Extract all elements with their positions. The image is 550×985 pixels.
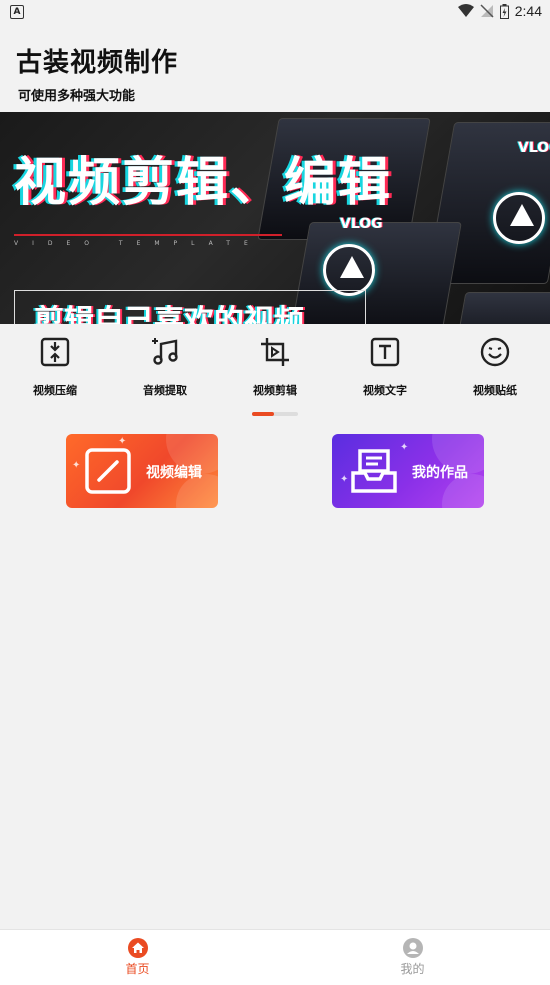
text-icon xyxy=(370,337,400,367)
decoration: ✦ xyxy=(72,460,81,471)
banner-subline: 剪辑自己喜欢的视频 xyxy=(34,304,304,324)
edit-icon xyxy=(85,448,131,494)
video-edit-button[interactable]: ✦ ✦ 视频编辑 xyxy=(66,434,218,508)
nav-home-label: 首页 xyxy=(125,962,150,976)
banner-divider xyxy=(14,234,282,236)
decoration: ✦ xyxy=(340,474,349,485)
my-works-button[interactable]: ✦ ✦ 我的作品 xyxy=(332,434,484,508)
tool-label: 音频提取 xyxy=(143,384,187,397)
home-icon xyxy=(127,938,148,958)
no-signal-icon xyxy=(480,4,494,18)
app-header: 古装视频制作 可使用多种强大功能 xyxy=(16,42,178,104)
tool-row: 视频压缩 音频提取 视频剪辑 视频文字 视频贴纸 xyxy=(0,336,550,406)
sticker-icon xyxy=(480,337,510,367)
tool-label: 视频剪辑 xyxy=(253,384,297,397)
nav-profile[interactable]: 我的 xyxy=(275,930,550,985)
my-works-label: 我的作品 xyxy=(412,465,468,481)
tool-video-compress[interactable]: 视频压缩 xyxy=(0,336,110,406)
banner-card-text: VLOG xyxy=(518,140,550,156)
nav-profile-label: 我的 xyxy=(400,962,425,976)
battery-icon xyxy=(499,3,509,19)
play-icon xyxy=(493,192,545,244)
banner-headline: 视频剪辑、编辑 xyxy=(14,153,393,213)
user-icon xyxy=(402,938,423,958)
crop-icon xyxy=(261,338,289,366)
banner-template-text: VIDEO TEMPLATE xyxy=(14,240,262,247)
tool-label: 视频压缩 xyxy=(33,384,77,397)
nav-home[interactable]: 首页 xyxy=(0,930,275,985)
notification-icon: A xyxy=(10,5,24,19)
inbox-icon xyxy=(351,449,397,493)
status-bar: A 2:44 xyxy=(0,0,550,24)
decoration: ✦ xyxy=(400,442,409,453)
play-icon xyxy=(323,244,375,296)
tool-audio-extract[interactable]: 音频提取 xyxy=(110,336,220,406)
bottom-nav: 首页 我的 xyxy=(0,929,550,985)
banner-card-text: VLOG xyxy=(340,216,383,232)
page-subtitle: 可使用多种强大功能 xyxy=(18,89,136,104)
decoration: ✦ xyxy=(118,436,127,447)
video-edit-label: 视频编辑 xyxy=(146,465,202,481)
clock: 2:44 xyxy=(514,3,542,19)
page-title: 古装视频制作 xyxy=(16,48,179,78)
promo-banner[interactable]: VLOG VLOG 视频剪辑、编辑 VIDEO TEMPLATE 剪辑自己喜欢的… xyxy=(0,112,550,324)
tool-label: 视频文字 xyxy=(363,384,407,397)
banner-card xyxy=(454,292,550,324)
tool-label: 视频贴纸 xyxy=(473,384,517,397)
tool-page-indicator xyxy=(252,412,298,416)
tool-video-text[interactable]: 视频文字 xyxy=(330,336,440,406)
tool-video-sticker[interactable]: 视频贴纸 xyxy=(440,336,550,406)
tool-page-indicator-active xyxy=(252,412,274,416)
status-icons: 2:44 xyxy=(457,3,542,19)
tool-video-clip[interactable]: 视频剪辑 xyxy=(220,336,330,406)
compress-icon xyxy=(40,337,70,367)
wifi-icon xyxy=(457,4,474,17)
music-icon xyxy=(152,338,178,365)
